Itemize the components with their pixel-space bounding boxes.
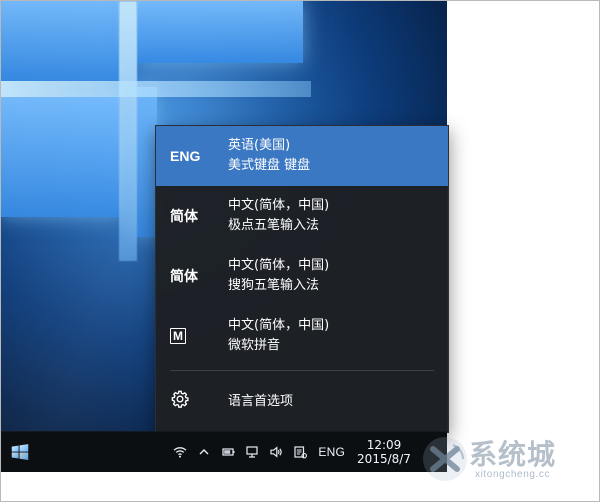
- language-option-microsoft-pinyin[interactable]: M 中文(简体，中国) 微软拼音: [156, 306, 448, 366]
- input-method-name: 搜狗五笔输入法: [228, 278, 320, 293]
- language-abbreviation-container: M: [170, 328, 228, 344]
- network-icon[interactable]: [244, 444, 260, 460]
- wallpaper-light-horizontal: [1, 81, 311, 97]
- language-preferences-label: 语言首选项: [228, 393, 294, 409]
- input-method-name: 极点五笔输入法: [228, 218, 320, 233]
- wallpaper-pane: [137, 1, 303, 63]
- input-method-icon[interactable]: [292, 444, 308, 460]
- input-method-name: 微软拼音: [228, 338, 281, 353]
- language-description: 英语(美国) 美式键盘 键盘: [228, 138, 310, 174]
- taskbar: ENG 12:09 2015/8/7: [1, 431, 447, 472]
- tray-spacer: [421, 444, 437, 460]
- wifi-icon-svg: [173, 447, 187, 458]
- language-description: 中文(简体，中国) 微软拼音: [228, 318, 329, 354]
- gear-icon-svg: [171, 390, 189, 408]
- language-description: 中文(简体，中国) 极点五笔输入法: [228, 198, 329, 234]
- volume-icon-svg: [270, 446, 283, 458]
- language-abbreviation: 简体: [170, 209, 198, 225]
- language-option-eng[interactable]: ENG 英语(美国) 美式键盘 键盘: [156, 126, 448, 186]
- wallpaper-pane: [137, 87, 157, 237]
- flyout-divider: [170, 370, 434, 371]
- wallpaper-pane: [1, 1, 119, 81]
- language-option-jidian-wubi[interactable]: 简体 中文(简体，中国) 极点五笔输入法: [156, 186, 448, 246]
- language-abbreviation: ENG: [170, 148, 201, 164]
- wallpaper-pane: [1, 97, 119, 217]
- clock-date: 2015/8/7: [357, 452, 411, 466]
- volume-icon[interactable]: [268, 444, 284, 460]
- wifi-icon[interactable]: [172, 444, 188, 460]
- chevron-up-icon-svg: [199, 449, 209, 455]
- wallpaper-light-vertical: [119, 1, 137, 261]
- language-name: 中文(简体，中国): [228, 198, 330, 213]
- language-preferences-link[interactable]: 语言首选项: [156, 374, 448, 424]
- language-name: 中文(简体，中国): [228, 258, 330, 273]
- battery-icon-svg: [222, 448, 235, 456]
- language-name: 英语(美国): [228, 138, 291, 153]
- gear-icon: [170, 389, 228, 409]
- input-method-icon-svg: [294, 446, 308, 459]
- clock-time: 12:09: [366, 438, 402, 452]
- language-abbreviation: 简体: [170, 269, 198, 285]
- watermark-url: xitongcheng.cc: [475, 469, 551, 480]
- start-button[interactable]: [9, 441, 31, 463]
- network-icon-svg: [246, 446, 258, 458]
- taskbar-clock[interactable]: 12:09 2015/8/7: [355, 438, 413, 466]
- language-description: 中文(简体，中国) 搜狗五笔输入法: [228, 258, 329, 294]
- keyboard-name: 美式键盘 键盘: [228, 158, 311, 173]
- language-option-sogou-wubi[interactable]: 简体 中文(简体，中国) 搜狗五笔输入法: [156, 246, 448, 306]
- system-tray: ENG 12:09 2015/8/7: [172, 432, 447, 472]
- watermark-brand: 系统城: [469, 438, 557, 471]
- input-language-indicator[interactable]: ENG: [316, 445, 347, 459]
- chevron-up-icon[interactable]: [196, 444, 212, 460]
- screenshot-frame: ENG 英语(美国) 美式键盘 键盘 简体 中文(简体，中国) 极点五笔输入法 …: [0, 0, 600, 502]
- microsoft-pinyin-icon: M: [170, 328, 186, 344]
- battery-icon[interactable]: [220, 444, 236, 460]
- windows-logo-icon: [11, 444, 29, 460]
- input-language-flyout: ENG 英语(美国) 美式键盘 键盘 简体 中文(简体，中国) 极点五笔输入法 …: [155, 125, 449, 433]
- language-name: 中文(简体，中国): [228, 318, 330, 333]
